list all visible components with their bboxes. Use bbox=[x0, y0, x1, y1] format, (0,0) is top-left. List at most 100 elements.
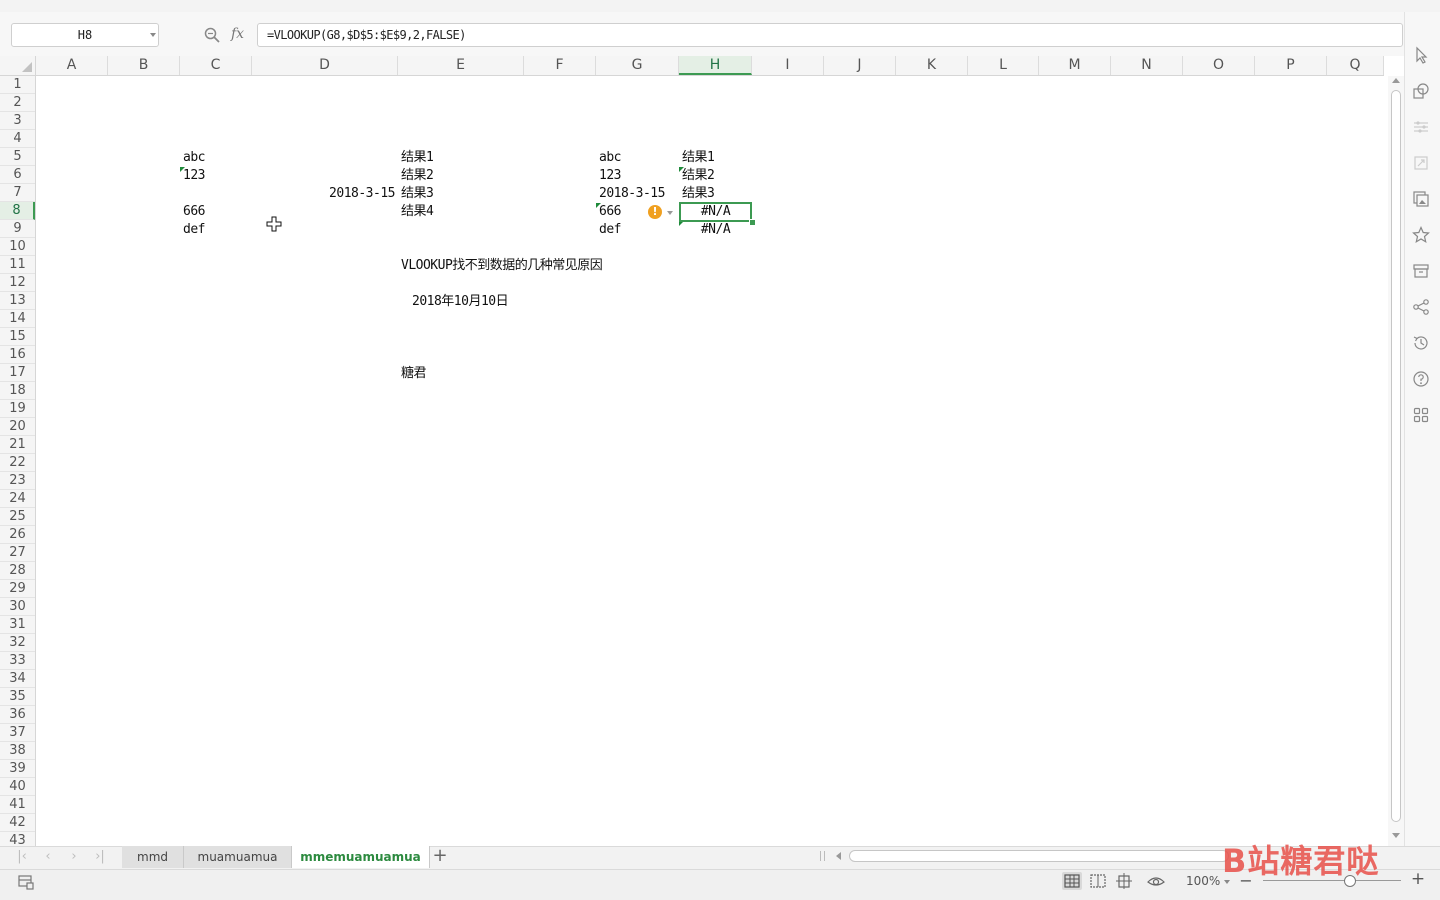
row-header-37[interactable]: 37 bbox=[0, 724, 35, 742]
cell-h6[interactable]: 结果2 bbox=[682, 167, 715, 185]
row-header-5[interactable]: 5 bbox=[0, 148, 35, 166]
row-header-13[interactable]: 13 bbox=[0, 292, 35, 310]
row-header-40[interactable]: 40 bbox=[0, 778, 35, 796]
zoom-level-label[interactable]: 100% bbox=[1186, 874, 1220, 888]
cell-g6[interactable]: 123 bbox=[599, 167, 621, 185]
row-header-31[interactable]: 31 bbox=[0, 616, 35, 634]
zoom-icon[interactable] bbox=[203, 26, 221, 44]
cell-c6[interactable]: 123 bbox=[183, 167, 205, 185]
column-header-m[interactable]: M bbox=[1039, 56, 1111, 75]
row-header-2[interactable]: 2 bbox=[0, 94, 35, 112]
filter-settings-icon[interactable] bbox=[1412, 118, 1430, 136]
transform-icon[interactable] bbox=[1412, 154, 1430, 172]
row-header-24[interactable]: 24 bbox=[0, 490, 35, 508]
cell-h5[interactable]: 结果1 bbox=[682, 149, 715, 167]
row-header-30[interactable]: 30 bbox=[0, 598, 35, 616]
cell-e17[interactable]: 糖君 bbox=[401, 365, 427, 383]
error-warning-icon[interactable]: ! bbox=[648, 205, 662, 219]
row-header-8[interactable]: 8 bbox=[0, 202, 35, 220]
page-layout-icon[interactable] bbox=[1114, 872, 1134, 890]
row-header-18[interactable]: 18 bbox=[0, 382, 35, 400]
cell-d7[interactable]: 2018-3-15 bbox=[252, 185, 395, 203]
cell-h9[interactable]: #N/A bbox=[679, 221, 752, 239]
row-header-7[interactable]: 7 bbox=[0, 184, 35, 202]
row-header-21[interactable]: 21 bbox=[0, 436, 35, 454]
history-icon[interactable] bbox=[1412, 334, 1430, 352]
worksheet-grid[interactable]: abc 123 666 def 2018-3-15 结果1 结果2 结果3 结果4 abc 123 2… bbox=[36, 76, 1388, 844]
row-header-20[interactable]: 20 bbox=[0, 418, 35, 436]
tab-split-handle[interactable] bbox=[820, 851, 825, 861]
row-header-16[interactable]: 16 bbox=[0, 346, 35, 364]
scroll-left-icon[interactable] bbox=[836, 852, 841, 860]
next-sheet-icon[interactable]: › bbox=[64, 849, 84, 864]
row-header-6[interactable]: 6 bbox=[0, 166, 35, 184]
share-icon[interactable] bbox=[1412, 298, 1430, 316]
row-header-22[interactable]: 22 bbox=[0, 454, 35, 472]
column-header-h[interactable]: H bbox=[679, 56, 752, 75]
cell-c5[interactable]: abc bbox=[183, 149, 205, 167]
row-header-33[interactable]: 33 bbox=[0, 652, 35, 670]
column-header-k[interactable]: K bbox=[896, 56, 968, 75]
cell-g9[interactable]: def bbox=[599, 221, 621, 239]
row-header-36[interactable]: 36 bbox=[0, 706, 35, 724]
fx-icon[interactable]: fx bbox=[231, 26, 244, 42]
cell-c9[interactable]: def bbox=[183, 221, 205, 239]
sheet-tab-mmd[interactable]: mmd bbox=[122, 846, 184, 868]
formula-input[interactable]: =VLOOKUP(G8,$D$5:$E$9,2,FALSE) bbox=[257, 23, 1403, 47]
cell-e11[interactable]: VLOOKUP找不到数据的几种常见原因 bbox=[401, 257, 603, 275]
name-box-dropdown-icon[interactable] bbox=[150, 33, 156, 37]
row-header-11[interactable]: 11 bbox=[0, 256, 35, 274]
row-header-12[interactable]: 12 bbox=[0, 274, 35, 292]
cell-g5[interactable]: abc bbox=[599, 149, 621, 167]
archive-icon[interactable] bbox=[1412, 262, 1430, 280]
star-icon[interactable] bbox=[1412, 226, 1430, 244]
row-header-39[interactable]: 39 bbox=[0, 760, 35, 778]
column-header-i[interactable]: I bbox=[752, 56, 824, 75]
column-header-f[interactable]: F bbox=[524, 56, 596, 75]
row-header-23[interactable]: 23 bbox=[0, 472, 35, 490]
sheet-tab-mmemuamuamua[interactable]: mmemuamuamua bbox=[292, 846, 430, 868]
sheet-status-icon[interactable] bbox=[16, 873, 36, 891]
select-arrow-icon[interactable] bbox=[1412, 46, 1430, 64]
prev-sheet-icon[interactable]: ‹ bbox=[38, 849, 58, 864]
row-header-34[interactable]: 34 bbox=[0, 670, 35, 688]
cell-h7[interactable]: 结果3 bbox=[682, 185, 715, 203]
row-header-10[interactable]: 10 bbox=[0, 238, 35, 256]
column-header-c[interactable]: C bbox=[180, 56, 252, 75]
active-cell-selection[interactable] bbox=[679, 202, 752, 222]
row-header-15[interactable]: 15 bbox=[0, 328, 35, 346]
zoom-in-button[interactable]: + bbox=[1410, 869, 1426, 889]
cell-e5[interactable]: 结果1 bbox=[401, 149, 434, 167]
name-box[interactable]: H8 bbox=[11, 23, 159, 47]
warning-dropdown-icon[interactable] bbox=[667, 211, 673, 215]
row-header-28[interactable]: 28 bbox=[0, 562, 35, 580]
row-header-19[interactable]: 19 bbox=[0, 400, 35, 418]
cell-c8[interactable]: 666 bbox=[183, 203, 205, 221]
apps-grid-icon[interactable] bbox=[1412, 406, 1430, 424]
sheet-tab-muamuamua[interactable]: muamuamua bbox=[184, 846, 292, 868]
row-header-26[interactable]: 26 bbox=[0, 526, 35, 544]
column-header-j[interactable]: J bbox=[824, 56, 896, 75]
column-header-g[interactable]: G bbox=[596, 56, 679, 75]
row-header-32[interactable]: 32 bbox=[0, 634, 35, 652]
row-header-27[interactable]: 27 bbox=[0, 544, 35, 562]
column-header-a[interactable]: A bbox=[36, 56, 108, 75]
eye-protection-icon[interactable] bbox=[1146, 872, 1166, 890]
last-sheet-icon[interactable]: ›| bbox=[90, 849, 110, 864]
row-header-41[interactable]: 41 bbox=[0, 796, 35, 814]
add-sheet-button[interactable]: + bbox=[430, 846, 450, 868]
fill-handle[interactable] bbox=[749, 219, 756, 226]
column-header-b[interactable]: B bbox=[108, 56, 180, 75]
row-header-4[interactable]: 4 bbox=[0, 130, 35, 148]
column-header-p[interactable]: P bbox=[1255, 56, 1327, 75]
column-header-l[interactable]: L bbox=[968, 56, 1039, 75]
row-header-3[interactable]: 3 bbox=[0, 112, 35, 130]
scroll-up-icon[interactable] bbox=[1392, 78, 1400, 83]
row-header-17[interactable]: 17 bbox=[0, 364, 35, 382]
column-header-o[interactable]: O bbox=[1183, 56, 1255, 75]
cell-g7[interactable]: 2018-3-15 bbox=[599, 185, 665, 203]
row-header-43[interactable]: 43 bbox=[0, 832, 35, 846]
column-header-d[interactable]: D bbox=[252, 56, 398, 75]
normal-view-icon[interactable] bbox=[1062, 872, 1082, 890]
scroll-down-icon[interactable] bbox=[1392, 833, 1400, 838]
